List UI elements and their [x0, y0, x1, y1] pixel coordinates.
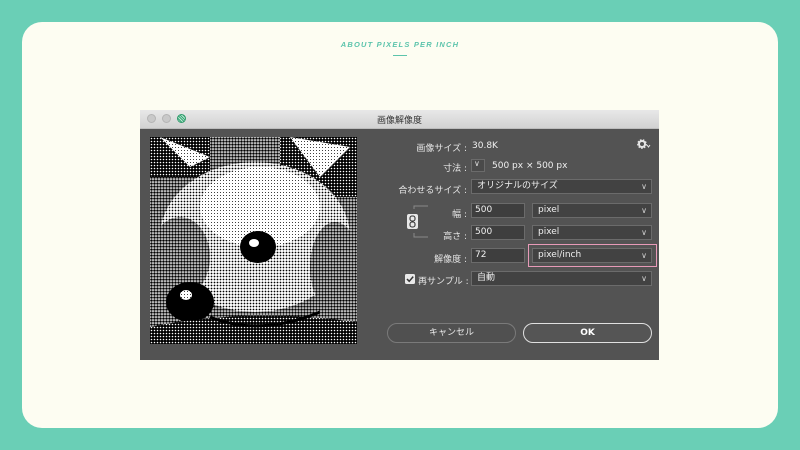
dimensions-value: 500 px × 500 px: [492, 161, 568, 171]
image-preview: [150, 137, 357, 344]
halftone-dog-image: [150, 137, 357, 344]
dimensions-label: 寸法 :: [443, 164, 467, 174]
width-unit-value: pixel: [538, 205, 560, 215]
height-unit-select[interactable]: pixel ∨: [532, 225, 652, 240]
width-unit-select[interactable]: pixel ∨: [532, 203, 652, 218]
resolution-label: 解像度 :: [434, 255, 467, 265]
fit-to-value: オリジナルのサイズ: [477, 181, 558, 191]
height-input[interactable]: 500: [471, 225, 525, 240]
width-label: 幅 :: [452, 210, 467, 220]
fit-to-label: 合わせるサイズ :: [398, 186, 467, 196]
height-label: 高さ :: [443, 232, 467, 242]
heading-underline: [393, 55, 407, 56]
image-size-label: 画像サイズ :: [416, 144, 467, 154]
cancel-button[interactable]: キャンセル: [387, 323, 516, 343]
fit-to-select[interactable]: オリジナルのサイズ ∨: [471, 179, 652, 194]
chevron-down-icon: ∨: [474, 159, 480, 168]
link-icon[interactable]: [404, 205, 432, 239]
resolution-input[interactable]: 72: [471, 248, 525, 263]
image-size-value: 30.8K: [472, 141, 498, 151]
chevron-down-icon: ∨: [641, 182, 647, 191]
resample-value: 自動: [477, 273, 496, 283]
image-size-dialog: 画像解像度 画像サイズ : 30.8K 寸法: ∨ 500 px × 500 …: [140, 110, 659, 360]
title-bar: 画像解像度: [140, 110, 659, 129]
ok-button[interactable]: OK: [523, 323, 652, 343]
dimensions-unit-menu[interactable]: ∨: [471, 159, 485, 172]
chevron-down-icon: ∨: [641, 206, 647, 215]
chevron-down-icon: ∨: [641, 274, 647, 283]
resample-select[interactable]: 自動 ∨: [471, 271, 652, 286]
height-unit-value: pixel: [538, 227, 560, 237]
resample-label: 再サンプル :: [418, 277, 469, 287]
page-heading: ABOUT PIXELS PER INCH: [340, 40, 460, 49]
resolution-highlight-frame: [528, 244, 657, 267]
dialog-title: 画像解像度: [376, 116, 422, 126]
chevron-down-icon: ∨: [641, 228, 647, 237]
gear-icon[interactable]: [637, 139, 651, 150]
checkbox-checked-icon[interactable]: [405, 274, 415, 284]
width-input[interactable]: 500: [471, 203, 525, 218]
